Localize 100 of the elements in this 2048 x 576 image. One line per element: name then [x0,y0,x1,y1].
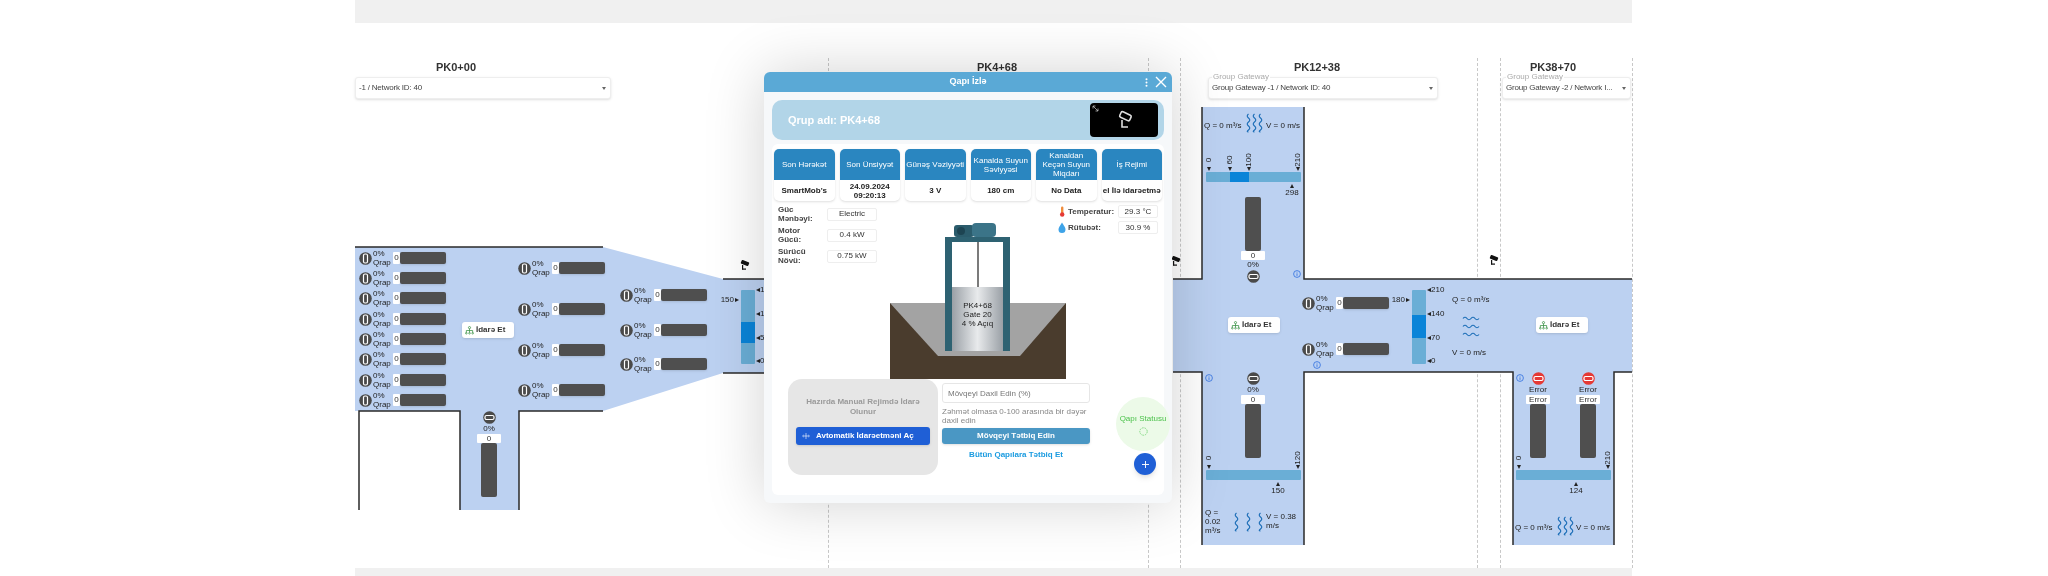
gate-icon[interactable] [359,373,372,387]
manage-button[interactable]: İdarə Et [1228,317,1280,333]
gate-percent: 0% [532,341,544,350]
tick-label: 1 [760,310,765,318]
status-label: Qapı Statusu [1119,412,1167,425]
network-icon [1231,320,1240,330]
gate-state: Qrap [532,309,550,318]
card-value: 3 V [928,185,943,197]
tick-arrow-icon [1517,465,1521,469]
security-camera-icon[interactable] [1171,256,1183,266]
dropdown-value: Group Gateway -1 / Network ID: 40 [1212,82,1331,94]
gate-bar [1343,297,1389,309]
more-options-icon[interactable] [1145,78,1148,87]
water-wave-icon [1462,324,1480,329]
position-input[interactable]: Mövqeyi Daxil Edin (%) [942,383,1090,403]
auto-control-button[interactable]: Avtomatik İdarəetməni Aç [796,427,930,445]
card-value: SmartMob's [780,185,828,197]
tick-label: 60 [1226,154,1234,167]
gate-icon[interactable] [620,323,633,337]
gate-bar [400,313,446,325]
gate-percent: 0% [634,321,646,330]
water-wave-icon [1258,512,1263,532]
gate-icon[interactable] [1302,296,1315,310]
status-icon [1138,426,1148,436]
spec-value: 0.75 kW [827,249,877,263]
gate-icon[interactable] [1246,372,1260,385]
gate-icon[interactable] [518,383,531,397]
gate-icon[interactable] [359,251,372,265]
sensor-value: 30.9 % [1118,221,1158,234]
gate-icon[interactable] [620,357,633,371]
caret-icon [602,86,606,90]
gate-icon[interactable] [359,271,372,285]
spec-value: 0.4 kW [827,228,877,242]
tick-label: 0 [1205,156,1213,165]
gate-value: 0 [393,272,400,284]
close-icon[interactable] [1155,76,1167,88]
card-value: No Data [1050,185,1083,197]
gate-icon[interactable] [359,393,372,407]
velocity-label: V = 0 m/s [1576,524,1611,532]
gate-bar [559,384,605,396]
gate-bar [1343,343,1389,355]
gate-percent: Error [1528,386,1548,394]
gate-bar [400,292,446,304]
gate-percent: 0% [373,249,385,258]
flow-rate-label: Q = 0 m³/s [1515,524,1554,532]
gate-icon[interactable] [1246,270,1260,283]
gate-percent: 0% [532,259,544,268]
gate-state: Qrap [373,380,391,389]
tick-arrow-icon [1228,167,1232,171]
gate-state: Qrap [373,339,391,348]
dropdown-label: Group Gateway [1212,73,1271,81]
gate-icon[interactable] [518,343,531,357]
water-wave-icon [1462,316,1480,321]
gate-icon[interactable] [482,411,496,424]
card-label: İş Rejimi [1116,160,1148,169]
gateway-dropdown[interactable]: -1 / Network ID: 40 [355,77,611,99]
spec-value: Electric [827,207,877,221]
gate-value: 0 [1336,297,1343,309]
gate-percent: 0% [532,300,544,309]
gate-icon[interactable] [359,332,372,346]
gate-state: Qrap [373,319,391,328]
gate-icon[interactable] [620,288,633,302]
security-camera-icon[interactable] [740,260,752,270]
gate-value: 0 [1241,395,1265,404]
level-marker-label: 150 [1270,487,1286,495]
gate-icon[interactable] [359,352,372,366]
spec-label: Sürücü Növü: [778,247,807,265]
gate-icon[interactable] [518,302,531,316]
tick-arrow-icon [1207,167,1211,171]
tick-label: 70 [1431,334,1440,342]
marker-arrow-icon [1574,482,1578,486]
gate-icon[interactable] [1531,372,1545,385]
gate-bar [1245,404,1261,458]
gate-percent: 0% [373,310,385,319]
camera-preview[interactable] [1090,103,1158,137]
gate-value: 0 [393,333,400,345]
gate-icon[interactable] [1302,342,1315,356]
manage-button[interactable]: İdarə Et [462,322,514,338]
gate-percent: 0% [634,355,646,364]
gate-percent: 0% [482,425,496,433]
expand-icon[interactable] [1092,105,1099,112]
mode-text: Hazırda Manual Rejimdə İdarə Olunur [805,397,921,417]
manage-button[interactable]: İdarə Et [1536,317,1588,333]
card-label: Kanaldan Keçən Suyun Miqdarı [1041,151,1092,178]
gate-icon[interactable] [1581,372,1595,385]
caret-icon [1622,86,1626,90]
tick-label: 120 [1294,450,1302,466]
security-camera-icon[interactable] [1489,255,1501,265]
tick-label: 140 [1431,310,1445,318]
gate-icon[interactable] [518,261,531,275]
gate-icon[interactable] [359,291,372,305]
gate-value: 0 [477,434,501,443]
move-arrows-icon [802,433,810,439]
gate-icon[interactable] [359,312,372,326]
gate-value: 0 [552,303,559,315]
tick-arrow-icon [756,288,760,292]
add-button[interactable] [1134,453,1156,475]
velocity-label: V = 0 m/s [1452,349,1487,357]
gate-bar [400,272,446,284]
water-wave-icon [1234,512,1239,532]
